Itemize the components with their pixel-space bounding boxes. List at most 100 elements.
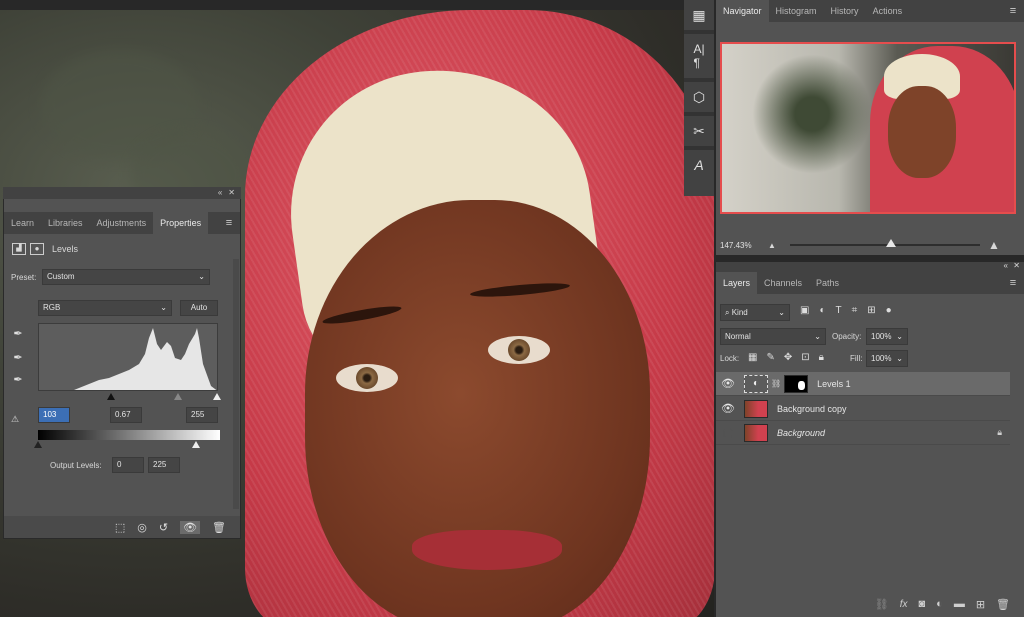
glyphs-icon[interactable]: A (684, 150, 714, 180)
character-icon[interactable]: A| ¶ (684, 34, 714, 78)
channel-select[interactable]: RGB ⌄ (38, 300, 172, 316)
layer-name: Levels 1 (817, 378, 851, 389)
clipping-warning-icon[interactable]: ⚠ (11, 414, 19, 425)
close-icon[interactable]: ✕ (1013, 261, 1020, 270)
tab-channels[interactable]: Channels (757, 272, 809, 294)
link-icon[interactable]: ⛓︎ (771, 379, 781, 388)
input-gamma-slider[interactable] (174, 393, 182, 400)
3d-cube-icon[interactable]: ⬡ (684, 82, 714, 112)
levels-histogram (38, 323, 218, 391)
preset-label: Preset: (11, 273, 37, 282)
opacity-value: 100% (871, 332, 892, 341)
white-point-eyedropper-icon[interactable]: ✒ (11, 373, 25, 387)
zoom-value[interactable]: 147.43% (720, 241, 752, 250)
input-black-slider[interactable] (107, 393, 115, 400)
blend-mode-value: Normal (725, 332, 751, 341)
black-point-eyedropper-icon[interactable]: ✒ (11, 327, 25, 341)
output-black-slider[interactable] (34, 441, 42, 448)
layers-bottom-bar: ⛓︎ fx ◙ ◐ ▬ ⊞ 🗑︎ (716, 591, 1024, 617)
fill-label: Fill: (850, 354, 863, 363)
properties-scrollbar[interactable] (233, 259, 239, 509)
tab-adjustments[interactable]: Adjustments (90, 212, 154, 234)
filter-toggle-icon[interactable]: ● (886, 305, 892, 316)
zoom-out-icon[interactable]: ▲ (768, 241, 776, 250)
grid-icon[interactable]: ▦ (684, 0, 714, 30)
collapse-icon[interactable]: « (218, 187, 222, 199)
tab-properties[interactable]: Properties (153, 212, 209, 234)
type-filter-icon[interactable]: T (836, 305, 842, 316)
pixel-filter-icon[interactable]: ▣ (800, 305, 809, 316)
lock-all-icon[interactable]: 🔒︎ (819, 352, 824, 363)
adjustment-header: ▟ ● Levels (4, 239, 240, 259)
lock-artboard-icon[interactable]: ⊡ (801, 352, 809, 363)
delete-layer-icon[interactable]: 🗑︎ (996, 598, 1010, 611)
zoom-slider-handle[interactable] (886, 239, 896, 247)
lock-position-icon[interactable]: ✥ (784, 352, 792, 363)
layer-thumbnail (744, 423, 768, 442)
input-white-slider[interactable] (213, 393, 221, 400)
clip-to-layer-icon[interactable]: ⬚ (115, 521, 125, 534)
tab-navigator[interactable]: Navigator (716, 0, 769, 22)
visibility-eye-icon[interactable]: 👁︎ (716, 377, 740, 390)
visibility-eye-icon[interactable]: 👁︎ (716, 402, 740, 415)
blend-mode-select[interactable]: Normal ⌄ (720, 328, 826, 345)
tab-layers[interactable]: Layers (716, 272, 758, 294)
tab-histogram[interactable]: Histogram (769, 0, 824, 22)
gray-point-eyedropper-icon[interactable]: ✒ (11, 351, 25, 365)
output-black-field[interactable]: 0 (112, 457, 144, 473)
lock-icon: 🔒︎ (997, 427, 1002, 437)
mask-icon[interactable]: ● (30, 243, 44, 255)
adjustment-name: Levels (52, 244, 79, 254)
add-mask-icon[interactable]: ◙ (919, 598, 926, 610)
fill-field[interactable]: 100% ⌄ (866, 350, 908, 367)
new-group-icon[interactable]: ▬ (954, 598, 965, 610)
shape-filter-icon[interactable]: ⌗ (852, 305, 858, 316)
layer-row-levels-1[interactable]: 👁︎ ◐ ⛓︎ Levels 1 (716, 372, 1010, 396)
levels-icon: ▟ (12, 243, 26, 255)
input-black-field[interactable]: 103 (38, 407, 70, 423)
levels-adjustment-icon: ◐ (744, 374, 768, 393)
new-adjustment-icon[interactable]: ◐ (936, 598, 943, 610)
input-white-field[interactable]: 255 (186, 407, 218, 423)
link-layers-icon[interactable]: ⛓︎ (875, 598, 889, 611)
auto-button[interactable]: Auto (180, 300, 218, 316)
tab-libraries[interactable]: Libraries (41, 212, 90, 234)
layer-row-background-copy[interactable]: 👁︎ Background copy (716, 397, 1010, 421)
properties-tabs: Learn Libraries Adjustments Properties ≡ (4, 212, 240, 234)
lock-transparent-icon[interactable]: ▦ (748, 352, 757, 363)
collapse-icon[interactable]: « (1004, 261, 1008, 270)
new-layer-icon[interactable]: ⊞ (976, 598, 985, 611)
layer-mask-thumbnail[interactable] (784, 374, 809, 393)
view-previous-icon[interactable]: ◎ (137, 521, 147, 534)
output-white-slider[interactable] (192, 441, 200, 448)
visibility-toggle-empty[interactable]: ▢ (716, 426, 740, 439)
reset-icon[interactable]: ↺ (159, 521, 168, 534)
adjustment-filter-icon[interactable]: ◐ (819, 305, 825, 316)
layer-filter-select[interactable]: ⌕ Kind ⌄ (720, 304, 790, 321)
smart-object-filter-icon[interactable]: ⊞ (867, 305, 875, 316)
panel-menu-icon[interactable]: ≡ (218, 212, 240, 234)
close-icon[interactable]: ✕ (228, 187, 235, 199)
tab-paths[interactable]: Paths (809, 272, 846, 294)
preset-select[interactable]: Custom ⌄ (42, 269, 210, 285)
output-white-field[interactable]: 225 (148, 457, 180, 473)
tab-actions[interactable]: Actions (866, 0, 910, 22)
navigator-preview[interactable] (720, 42, 1016, 214)
toggle-visibility-icon[interactable]: 👁︎ (180, 520, 201, 534)
zoom-in-icon[interactable]: ▲ (988, 238, 1000, 252)
fx-icon[interactable]: fx (900, 599, 908, 610)
properties-bottom-bar: ⬚ ◎ ↺ 👁︎ 🗑︎ (4, 516, 240, 538)
tab-learn[interactable]: Learn (4, 212, 41, 234)
layer-row-background[interactable]: ▢ Background 🔒︎ (716, 421, 1010, 445)
tab-history[interactable]: History (824, 0, 866, 22)
layer-thumbnail (744, 399, 768, 418)
zoom-slider[interactable] (790, 244, 980, 246)
input-gamma-field[interactable]: 0.67 (110, 407, 142, 423)
opacity-field[interactable]: 100% ⌄ (866, 328, 908, 345)
lock-pixels-icon[interactable]: ✎ (766, 352, 774, 363)
delete-adjustment-icon[interactable]: 🗑︎ (212, 521, 226, 534)
tools-icon[interactable]: ✂ (684, 116, 714, 146)
panel-icon-strip: ▦ A| ¶ ⬡ ✂ A (684, 0, 714, 196)
panel-menu-icon[interactable]: ≡ (1002, 0, 1024, 22)
panel-menu-icon[interactable]: ≡ (1002, 272, 1024, 294)
